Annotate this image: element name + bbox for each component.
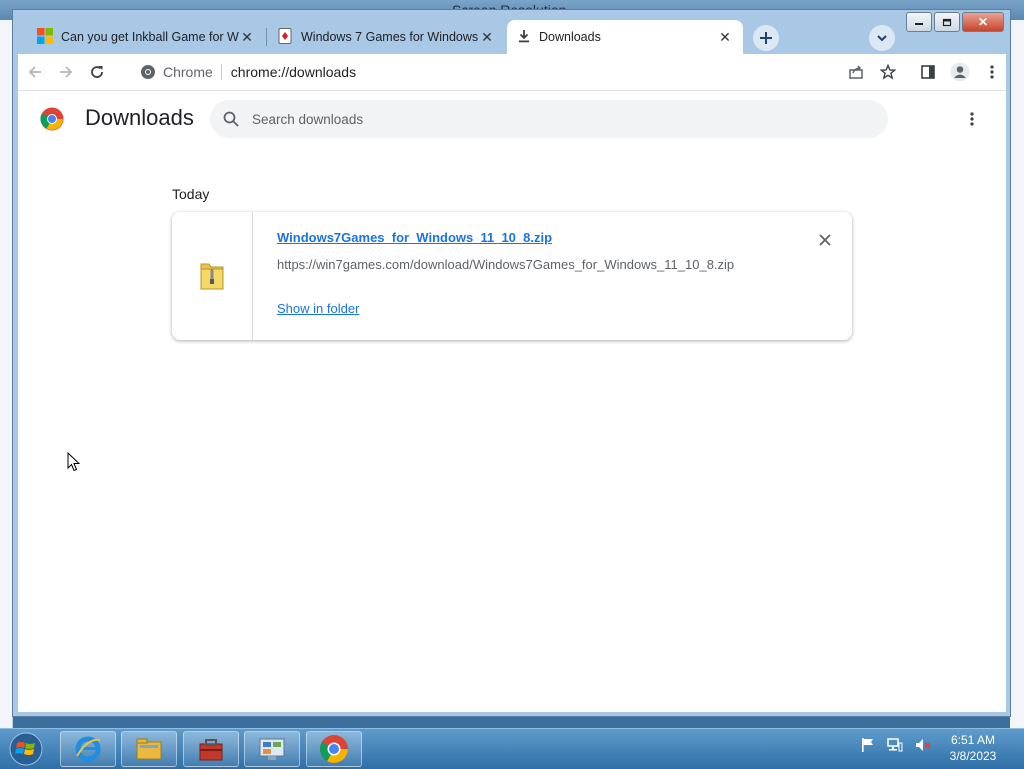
- search-placeholder: Search downloads: [252, 111, 364, 127]
- maximize-button[interactable]: [934, 12, 960, 32]
- internet-explorer-icon: [75, 736, 101, 762]
- tab-strip: Can you get Inkball Game for Wi ✕ Window…: [13, 10, 1010, 54]
- taskbar-clock[interactable]: 6:51 AM 3/8/2023: [938, 732, 1008, 764]
- zip-folder-icon: [200, 263, 224, 290]
- volume-muted-icon[interactable]: [914, 737, 932, 753]
- chrome-logo-icon: [40, 107, 64, 131]
- back-button[interactable]: [21, 58, 49, 86]
- background-window-edge-right: [1010, 20, 1024, 728]
- site-chip-label: Chrome: [163, 64, 213, 80]
- mouse-cursor-icon: [67, 452, 81, 472]
- window-caption-buttons: ✕: [906, 12, 1004, 32]
- tab-inkball[interactable]: Can you get Inkball Game for Wi ✕: [27, 20, 265, 54]
- downloads-header: Downloads Search downloads: [18, 91, 1006, 147]
- page-title: Downloads: [85, 105, 194, 130]
- minimize-button[interactable]: [906, 12, 932, 32]
- system-tray: [860, 737, 932, 753]
- downloads-menu-button[interactable]: [962, 109, 982, 129]
- downloads-page: Downloads Search downloads Today Windows…: [18, 90, 1006, 712]
- kebab-menu-icon: [990, 65, 994, 79]
- bookmark-button[interactable]: [874, 58, 902, 86]
- chrome-small-icon: [141, 65, 155, 79]
- close-icon: [819, 234, 831, 246]
- tab-close-icon[interactable]: ✕: [717, 29, 733, 46]
- forward-button[interactable]: [52, 58, 80, 86]
- minimize-icon: [915, 23, 923, 25]
- address-bar[interactable]: Chrome chrome://downloads: [128, 58, 850, 86]
- share-icon: [849, 65, 863, 79]
- download-icon: [517, 29, 531, 46]
- avatar-icon: [950, 62, 970, 82]
- tab-windows7-games[interactable]: Windows 7 Games for Windows ✕: [267, 20, 505, 54]
- profile-button[interactable]: [946, 58, 974, 86]
- new-tab-button[interactable]: [753, 25, 779, 51]
- windows-logo-icon: [9, 732, 43, 766]
- chrome-menu-button[interactable]: [978, 58, 1006, 86]
- url-text: chrome://downloads: [230, 64, 357, 80]
- chevron-down-icon: [877, 35, 887, 42]
- tab-title: Downloads: [539, 30, 601, 44]
- tab-title: Can you get Inkball Game for Wi: [61, 30, 239, 44]
- side-panel-button[interactable]: [914, 58, 942, 86]
- tab-search-button[interactable]: [869, 25, 895, 51]
- network-icon[interactable]: [886, 737, 904, 753]
- download-filename-link[interactable]: Windows7Games_for_Windows_11_10_8.zip: [277, 230, 552, 245]
- side-panel-icon: [921, 65, 935, 79]
- start-button[interactable]: [4, 731, 48, 767]
- site-chip[interactable]: Chrome: [140, 64, 222, 80]
- taskbar-control-panel[interactable]: [244, 731, 300, 767]
- taskbar-toolbox-app[interactable]: [183, 731, 239, 767]
- taskbar-chrome[interactable]: [306, 731, 362, 767]
- tab-downloads[interactable]: Downloads ✕: [507, 20, 743, 54]
- folder-icon: [136, 738, 162, 760]
- download-source-url: https://win7games.com/download/Windows7G…: [277, 257, 735, 272]
- clock-time: 6:51 AM: [950, 733, 996, 747]
- close-window-button[interactable]: ✕: [962, 12, 1004, 32]
- close-icon: ✕: [977, 15, 989, 29]
- remove-download-button[interactable]: [815, 230, 835, 250]
- windows-taskbar: 6:51 AM 3/8/2023: [0, 728, 1024, 769]
- reload-icon: [91, 66, 103, 78]
- show-in-folder-link[interactable]: Show in folder: [277, 301, 359, 316]
- restore-icon: [942, 18, 952, 27]
- chrome-icon: [320, 735, 348, 763]
- browser-toolbar: Chrome chrome://downloads: [18, 54, 1006, 90]
- action-center-flag-icon[interactable]: [860, 737, 876, 753]
- tab-close-icon[interactable]: ✕: [479, 29, 495, 46]
- download-item-card: Windows7Games_for_Windows_11_10_8.zip ht…: [172, 212, 852, 340]
- clock-date: 3/8/2023: [949, 749, 997, 763]
- search-icon: [223, 111, 239, 127]
- microsoft-logo-icon: [37, 27, 53, 47]
- file-icon-column: [172, 212, 253, 340]
- playing-card-icon: [277, 27, 293, 47]
- arrow-right-icon: [60, 66, 73, 78]
- control-panel-icon: [259, 738, 285, 760]
- plus-icon: [760, 32, 772, 44]
- share-button[interactable]: [842, 58, 870, 86]
- chrome-window: Can you get Inkball Game for Wi ✕ Window…: [12, 9, 1011, 717]
- toolbar-actions: [842, 58, 1006, 86]
- toolbox-icon: [199, 739, 223, 761]
- date-group-heading: Today: [172, 186, 210, 202]
- star-icon: [880, 64, 896, 80]
- arrow-left-icon: [28, 66, 41, 78]
- tab-title: Windows 7 Games for Windows: [301, 30, 479, 44]
- reload-button[interactable]: [83, 58, 111, 86]
- kebab-menu-icon: [970, 112, 974, 126]
- search-downloads-input[interactable]: Search downloads: [210, 100, 888, 138]
- taskbar-internet-explorer[interactable]: [60, 731, 116, 767]
- tab-close-icon[interactable]: ✕: [239, 29, 255, 46]
- taskbar-file-explorer[interactable]: [121, 731, 177, 767]
